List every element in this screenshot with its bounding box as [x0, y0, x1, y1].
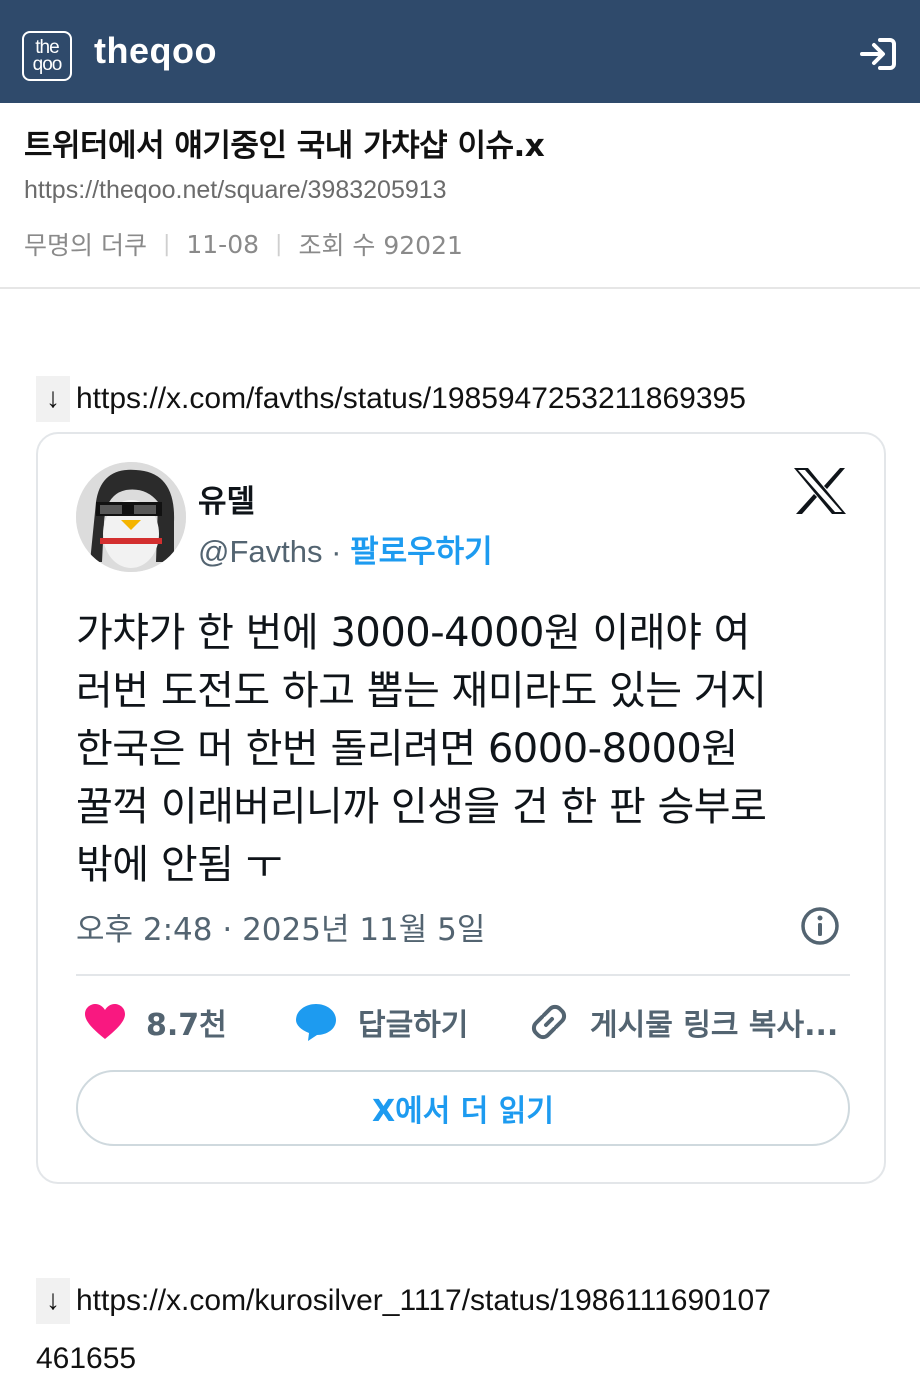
down-arrow-icon: ↓ [36, 1278, 70, 1324]
tweet-card[interactable]: 유델 @Favths · 팔로우하기 가챠가 한 번에 3000-4000원 이… [36, 432, 886, 1184]
link-text[interactable]: https://x.com/favths/status/198594725321… [76, 382, 746, 415]
brand-name[interactable]: theqoo [94, 30, 217, 72]
embed-link-2-continued[interactable]: 461655 [36, 1338, 136, 1379]
login-icon[interactable] [858, 36, 898, 72]
info-icon[interactable] [800, 906, 840, 946]
card-divider [76, 974, 850, 976]
meta-separator: | [162, 231, 171, 257]
link-text[interactable]: https://x.com/kurosilver_1117/status/198… [76, 1284, 771, 1317]
handle-row: @Favths · 팔로우하기 [198, 526, 493, 571]
avatar-image [76, 462, 186, 572]
reply-bubble-icon [296, 1004, 336, 1041]
tweet-text: 가챠가 한 번에 3000-4000원 이래야 여 러번 도전도 하고 뽑는 재… [76, 604, 856, 894]
user-handle[interactable]: @Favths [198, 534, 323, 569]
embed-link-1[interactable]: ↓ https://x.com/favths/status/19859472532… [36, 376, 746, 422]
like-button[interactable]: 8.7천 [84, 1000, 227, 1044]
tweet-line: 꿀꺽 이래버리니까 인생을 건 한 판 승부로 [76, 784, 767, 830]
article-url[interactable]: https://theqoo.net/square/3983205913 [24, 176, 447, 205]
author: 무명의 더쿠 [24, 231, 147, 260]
post-date: 11-08 [186, 229, 260, 259]
link-icon [531, 1004, 567, 1040]
down-arrow-icon: ↓ [36, 376, 70, 422]
copy-link-label: 게시물 링크 복사... [590, 1008, 839, 1043]
embed-link-2[interactable]: ↓ https://x.com/kurosilver_1117/status/19… [36, 1278, 771, 1324]
theqoo-logo[interactable]: the qoo [22, 31, 72, 81]
display-name[interactable]: 유델 [198, 476, 255, 521]
link-text-continued[interactable]: 461655 [36, 1342, 136, 1375]
tweet-line: 한국은 머 한번 돌리려면 6000-8000원 [76, 726, 738, 772]
copy-link-button[interactable]: 게시물 링크 복사... [528, 1000, 838, 1044]
x-logo-icon[interactable] [792, 466, 848, 516]
heart-icon [85, 1004, 125, 1039]
reply-label: 답글하기 [358, 1008, 469, 1043]
tweet-line: 러번 도전도 하고 뽑는 재미라도 있는 거지 [76, 668, 767, 714]
header-divider [0, 287, 920, 289]
article-meta: 무명의 더쿠 | 11-08 | 조회 수 92021 [24, 226, 463, 262]
read-more-button[interactable]: X에서 더 읽기 [76, 1070, 850, 1146]
like-count: 8.7천 [146, 1008, 227, 1043]
tweet-line: 가챠가 한 번에 3000-4000원 이래야 여 [76, 610, 750, 656]
tweet-timestamp[interactable]: 오후 2:48 · 2025년 11월 5일 [76, 904, 485, 949]
tweet-actions: 8.7천 답글하기 게시물 링크 복사... [76, 1000, 856, 1050]
dot-separator: · [331, 534, 342, 569]
view-count: 조회 수 92021 [298, 231, 463, 260]
top-navbar: the qoo theqoo [0, 0, 920, 103]
meta-separator: | [275, 231, 283, 257]
avatar[interactable] [76, 462, 186, 572]
reply-button[interactable]: 답글하기 [294, 1000, 468, 1044]
follow-button[interactable]: 팔로우하기 [350, 534, 493, 570]
tweet-line: 밖에 안됨 ㅜ [76, 842, 282, 888]
article-title: 트위터에서 얘기중인 국내 가챠샵 이슈.x [24, 128, 545, 164]
logo-line-2: qoo [32, 54, 63, 75]
